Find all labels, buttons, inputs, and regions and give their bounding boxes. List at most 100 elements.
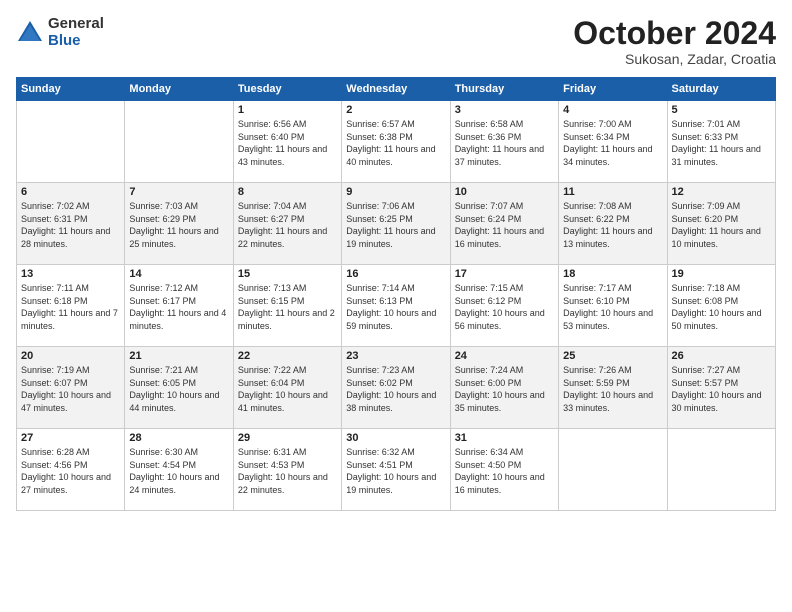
calendar-week-row: 13Sunrise: 7:11 AM Sunset: 6:18 PM Dayli…	[17, 265, 776, 347]
header-friday: Friday	[559, 78, 667, 101]
table-row: 31Sunrise: 6:34 AM Sunset: 4:50 PM Dayli…	[450, 429, 558, 511]
day-number: 9	[346, 186, 445, 198]
day-content: Sunrise: 7:03 AM Sunset: 6:29 PM Dayligh…	[129, 200, 228, 250]
day-number: 20	[21, 350, 120, 362]
day-number: 24	[455, 350, 554, 362]
table-row: 1Sunrise: 6:56 AM Sunset: 6:40 PM Daylig…	[233, 101, 341, 183]
table-row: 15 Sunrise: 7:13 AM Sunset: 6:15 PM Dayli…	[233, 265, 341, 347]
day-number: 22	[238, 350, 337, 362]
day-content: Sunrise: 7:22 AM Sunset: 6:04 PM Dayligh…	[238, 364, 337, 414]
table-row: 20 Sunrise: 7:19 AM Sunset: 6:07 PM Dayli…	[17, 347, 125, 429]
table-row: 30 Sunrise: 6:32 AM Sunset: 4:51 PM Dayli…	[342, 429, 450, 511]
calendar-week-row: 27 Sunrise: 6:28 AM Sunset: 4:56 PM Dayli…	[17, 429, 776, 511]
day-content: Sunrise: 7:01 AM Sunset: 6:33 PM Dayligh…	[672, 118, 771, 168]
day-number: 10	[455, 186, 554, 198]
day-content: Sunrise: 7:02 AM Sunset: 6:31 PM Dayligh…	[21, 200, 120, 250]
day-content: Sunrise: 7:04 AM Sunset: 6:27 PM Dayligh…	[238, 200, 337, 250]
header-sunday: Sunday	[17, 78, 125, 101]
day-number: 18	[563, 268, 662, 280]
day-content: Sunrise: 7:26 AM Sunset: 5:59 PM Dayligh…	[563, 364, 662, 414]
table-row: 29 Sunrise: 6:31 AM Sunset: 4:53 PM Dayli…	[233, 429, 341, 511]
logo-blue-text: Blue	[48, 33, 104, 50]
header-thursday: Thursday	[450, 78, 558, 101]
header-wednesday: Wednesday	[342, 78, 450, 101]
day-content: Sunrise: 6:30 AM Sunset: 4:54 PM Dayligh…	[129, 446, 228, 496]
day-number: 3	[455, 104, 554, 116]
day-number: 8	[238, 186, 337, 198]
page-header: General Blue October 2024 Sukosan, Zadar…	[16, 16, 776, 67]
table-row: 25 Sunrise: 7:26 AM Sunset: 5:59 PM Dayli…	[559, 347, 667, 429]
table-row	[125, 101, 233, 183]
header-monday: Monday	[125, 78, 233, 101]
day-number: 27	[21, 432, 120, 444]
day-number: 15	[238, 268, 337, 280]
day-content: Sunrise: 7:18 AM Sunset: 6:08 PM Dayligh…	[672, 282, 771, 332]
table-row	[559, 429, 667, 511]
calendar-week-row: 1Sunrise: 6:56 AM Sunset: 6:40 PM Daylig…	[17, 101, 776, 183]
table-row: 12Sunrise: 7:09 AM Sunset: 6:20 PM Dayli…	[667, 183, 775, 265]
table-row: 6Sunrise: 7:02 AM Sunset: 6:31 PM Daylig…	[17, 183, 125, 265]
day-content: Sunrise: 7:06 AM Sunset: 6:25 PM Dayligh…	[346, 200, 445, 250]
day-number: 1	[238, 104, 337, 116]
title-block: October 2024 Sukosan, Zadar, Croatia	[573, 16, 776, 67]
table-row: 26Sunrise: 7:27 AM Sunset: 5:57 PM Dayli…	[667, 347, 775, 429]
day-content: Sunrise: 6:32 AM Sunset: 4:51 PM Dayligh…	[346, 446, 445, 496]
table-row: 23Sunrise: 7:23 AM Sunset: 6:02 PM Dayli…	[342, 347, 450, 429]
header-tuesday: Tuesday	[233, 78, 341, 101]
table-row	[667, 429, 775, 511]
day-content: Sunrise: 7:19 AM Sunset: 6:07 PM Dayligh…	[21, 364, 120, 414]
day-content: Sunrise: 7:07 AM Sunset: 6:24 PM Dayligh…	[455, 200, 554, 250]
day-content: Sunrise: 7:23 AM Sunset: 6:02 PM Dayligh…	[346, 364, 445, 414]
day-content: Sunrise: 6:57 AM Sunset: 6:38 PM Dayligh…	[346, 118, 445, 168]
table-row: 11Sunrise: 7:08 AM Sunset: 6:22 PM Dayli…	[559, 183, 667, 265]
day-number: 16	[346, 268, 445, 280]
table-row: 28 Sunrise: 6:30 AM Sunset: 4:54 PM Dayli…	[125, 429, 233, 511]
table-row	[17, 101, 125, 183]
day-content: Sunrise: 7:13 AM Sunset: 6:15 PM Dayligh…	[238, 282, 337, 332]
logo-icon	[16, 19, 44, 47]
day-number: 2	[346, 104, 445, 116]
day-content: Sunrise: 6:34 AM Sunset: 4:50 PM Dayligh…	[455, 446, 554, 496]
day-content: Sunrise: 7:12 AM Sunset: 6:17 PM Dayligh…	[129, 282, 228, 332]
table-row: 2 Sunrise: 6:57 AM Sunset: 6:38 PM Daylig…	[342, 101, 450, 183]
day-number: 29	[238, 432, 337, 444]
day-number: 7	[129, 186, 228, 198]
table-row: 9 Sunrise: 7:06 AM Sunset: 6:25 PM Daylig…	[342, 183, 450, 265]
day-number: 21	[129, 350, 228, 362]
day-content: Sunrise: 7:08 AM Sunset: 6:22 PM Dayligh…	[563, 200, 662, 250]
table-row: 10 Sunrise: 7:07 AM Sunset: 6:24 PM Dayli…	[450, 183, 558, 265]
table-row: 27 Sunrise: 6:28 AM Sunset: 4:56 PM Dayli…	[17, 429, 125, 511]
day-content: Sunrise: 7:09 AM Sunset: 6:20 PM Dayligh…	[672, 200, 771, 250]
table-row: 17Sunrise: 7:15 AM Sunset: 6:12 PM Dayli…	[450, 265, 558, 347]
logo-general-text: General	[48, 16, 104, 33]
month-title: October 2024	[573, 16, 776, 51]
table-row: 19 Sunrise: 7:18 AM Sunset: 6:08 PM Dayli…	[667, 265, 775, 347]
day-content: Sunrise: 7:15 AM Sunset: 6:12 PM Dayligh…	[455, 282, 554, 332]
day-number: 19	[672, 268, 771, 280]
calendar-week-row: 20 Sunrise: 7:19 AM Sunset: 6:07 PM Dayli…	[17, 347, 776, 429]
day-number: 28	[129, 432, 228, 444]
table-row: 16Sunrise: 7:14 AM Sunset: 6:13 PM Dayli…	[342, 265, 450, 347]
day-number: 25	[563, 350, 662, 362]
day-content: Sunrise: 7:17 AM Sunset: 6:10 PM Dayligh…	[563, 282, 662, 332]
day-content: Sunrise: 7:00 AM Sunset: 6:34 PM Dayligh…	[563, 118, 662, 168]
table-row: 18 Sunrise: 7:17 AM Sunset: 6:10 PM Dayli…	[559, 265, 667, 347]
table-row: 3Sunrise: 6:58 AM Sunset: 6:36 PM Daylig…	[450, 101, 558, 183]
day-number: 5	[672, 104, 771, 116]
day-content: Sunrise: 6:28 AM Sunset: 4:56 PM Dayligh…	[21, 446, 120, 496]
table-row: 21 Sunrise: 7:21 AM Sunset: 6:05 PM Dayli…	[125, 347, 233, 429]
table-row: 24Sunrise: 7:24 AM Sunset: 6:00 PM Dayli…	[450, 347, 558, 429]
table-row: 4 Sunrise: 7:00 AM Sunset: 6:34 PM Daylig…	[559, 101, 667, 183]
day-number: 4	[563, 104, 662, 116]
day-content: Sunrise: 6:31 AM Sunset: 4:53 PM Dayligh…	[238, 446, 337, 496]
day-content: Sunrise: 7:21 AM Sunset: 6:05 PM Dayligh…	[129, 364, 228, 414]
table-row: 13Sunrise: 7:11 AM Sunset: 6:18 PM Dayli…	[17, 265, 125, 347]
header-saturday: Saturday	[667, 78, 775, 101]
location-subtitle: Sukosan, Zadar, Croatia	[573, 51, 776, 67]
calendar-table: Sunday Monday Tuesday Wednesday Thursday…	[16, 77, 776, 511]
day-number: 30	[346, 432, 445, 444]
logo: General Blue	[16, 16, 104, 49]
calendar-header-row: Sunday Monday Tuesday Wednesday Thursday…	[17, 78, 776, 101]
day-number: 14	[129, 268, 228, 280]
day-content: Sunrise: 7:11 AM Sunset: 6:18 PM Dayligh…	[21, 282, 120, 332]
